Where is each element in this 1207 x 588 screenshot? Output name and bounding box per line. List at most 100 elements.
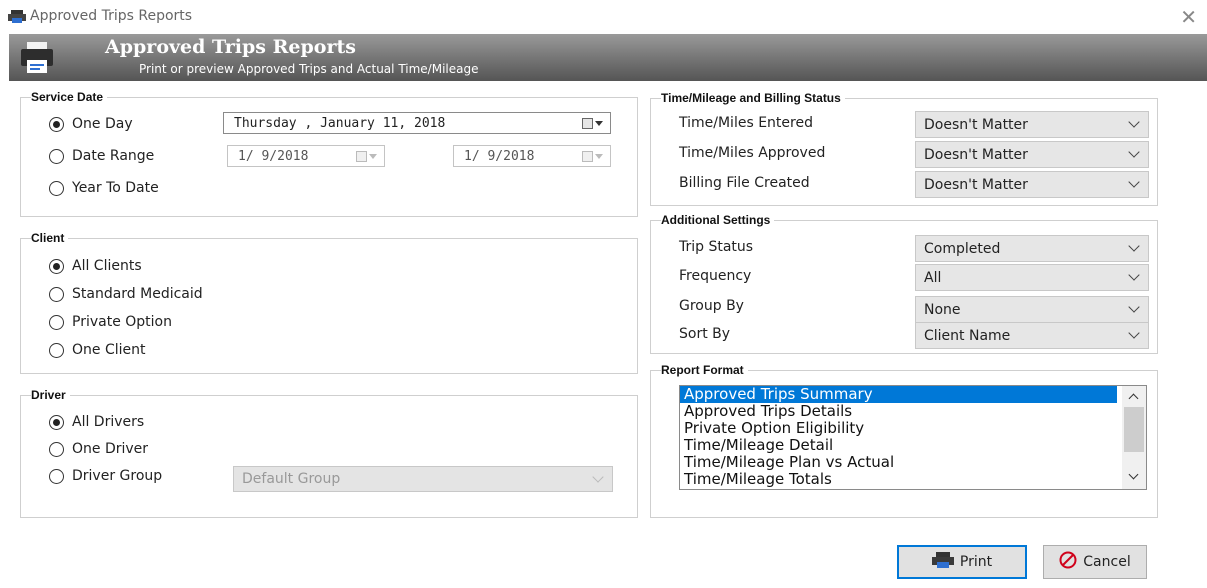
radio-button[interactable]: [49, 414, 64, 430]
chevron-down-icon: [592, 471, 604, 483]
radio-button[interactable]: [49, 148, 64, 164]
radio-button[interactable]: [49, 342, 64, 358]
scroll-thumb[interactable]: [1124, 407, 1144, 452]
radio-one-client[interactable]: One Client: [49, 342, 146, 358]
printer-icon: [931, 552, 954, 572]
report-format-group: Report Format Approved Trips Summary App…: [650, 363, 1158, 518]
radio-label: One Driver: [72, 441, 149, 457]
window-title: Approved Trips Reports: [30, 8, 193, 24]
radio-all-drivers[interactable]: All Drivers: [49, 414, 144, 430]
header-banner: Approved Trips Reports Print or preview …: [9, 34, 1207, 81]
cancel-icon: [1059, 551, 1077, 573]
select-value: None: [924, 301, 961, 318]
chevron-down-icon: [1128, 240, 1140, 252]
group-label: Client: [31, 231, 69, 245]
report-format-list[interactable]: Approved Trips Summary Approved Trips De…: [679, 385, 1147, 490]
range-end-date-picker[interactable]: 1/ 9/2018: [453, 145, 611, 167]
group-by-label: Group By: [679, 298, 744, 314]
calendar-dropdown-icon[interactable]: [356, 149, 378, 163]
time-miles-entered-select[interactable]: Doesn't Matter: [915, 111, 1149, 138]
radio-label: Standard Medicaid: [72, 286, 203, 302]
driver-group: Driver All Drivers One Driver Driver Gro…: [20, 388, 638, 518]
sort-by-select[interactable]: Client Name: [915, 322, 1149, 349]
scroll-down-icon[interactable]: [1128, 469, 1139, 480]
chevron-down-icon: [1128, 327, 1140, 339]
trip-status-select[interactable]: Completed: [915, 235, 1149, 262]
group-label: Driver: [31, 388, 70, 402]
scroll-up-icon[interactable]: [1128, 393, 1139, 404]
radio-button[interactable]: [49, 116, 64, 132]
billing-status-group: Time/Mileage and Billing Status Time/Mil…: [650, 91, 1158, 206]
list-item[interactable]: Private Option Eligibility: [680, 420, 1117, 437]
select-value: Default Group: [242, 471, 341, 487]
radio-label: Private Option: [72, 314, 172, 330]
radio-button[interactable]: [49, 286, 64, 302]
list-item[interactable]: Approved Trips Summary: [680, 386, 1117, 403]
billing-file-created-label: Billing File Created: [679, 175, 810, 191]
radio-label: Driver Group: [72, 468, 163, 484]
chevron-down-icon: [1128, 116, 1140, 128]
client-group: Client All Clients Standard Medicaid Pri…: [20, 231, 638, 374]
list-item[interactable]: Approved Trips Details: [680, 403, 1117, 420]
select-value: Doesn't Matter: [924, 116, 1028, 133]
list-item[interactable]: Time/Mileage Detail: [680, 437, 1117, 454]
radio-standard-medicaid[interactable]: Standard Medicaid: [49, 286, 203, 302]
driver-group-select[interactable]: Default Group: [233, 466, 613, 492]
banner-title: Approved Trips Reports: [105, 36, 356, 58]
frequency-select[interactable]: All: [915, 264, 1149, 291]
trip-status-label: Trip Status: [679, 239, 754, 255]
group-label: Report Format: [661, 363, 748, 377]
radio-button[interactable]: [49, 441, 64, 457]
banner-subtitle: Print or preview Approved Trips and Actu…: [139, 62, 479, 76]
radio-year-to-date[interactable]: Year To Date: [49, 180, 159, 196]
list-item[interactable]: Time/Mileage Totals: [680, 471, 1117, 488]
close-icon[interactable]: ✕: [1180, 5, 1197, 29]
radio-label: All Clients: [72, 258, 142, 274]
print-button[interactable]: Print: [897, 545, 1027, 579]
additional-settings-group: Additional Settings Trip Status Complete…: [650, 213, 1158, 354]
chevron-down-icon: [1128, 146, 1140, 158]
radio-label: All Drivers: [72, 414, 145, 430]
calendar-dropdown-icon[interactable]: [582, 116, 604, 130]
calendar-dropdown-icon[interactable]: [582, 149, 604, 163]
date-value: Thursday , January 11, 2018: [234, 115, 446, 131]
window-titlebar: Approved Trips Reports ✕: [0, 0, 1207, 34]
sort-by-label: Sort By: [679, 326, 731, 342]
select-value: Client Name: [924, 327, 1011, 344]
radio-button[interactable]: [49, 180, 64, 196]
billing-file-created-select[interactable]: Doesn't Matter: [915, 171, 1149, 198]
select-value: Doesn't Matter: [924, 176, 1028, 193]
radio-all-clients[interactable]: All Clients: [49, 258, 142, 274]
select-value: Completed: [924, 240, 1001, 257]
radio-date-range[interactable]: Date Range: [49, 148, 154, 164]
radio-label: Date Range: [72, 148, 155, 164]
radio-button[interactable]: [49, 258, 64, 274]
radio-driver-group[interactable]: Driver Group: [49, 468, 162, 484]
list-item[interactable]: Time/Mileage Plan vs Actual: [680, 454, 1117, 471]
radio-label: One Client: [72, 342, 146, 358]
printer-icon: [19, 40, 55, 80]
print-label: Print: [959, 554, 993, 570]
time-miles-approved-select[interactable]: Doesn't Matter: [915, 141, 1149, 168]
list-scrollbar[interactable]: [1122, 386, 1146, 489]
group-label: Time/Mileage and Billing Status: [661, 91, 845, 105]
group-label: Additional Settings: [661, 213, 775, 227]
cancel-button[interactable]: Cancel: [1043, 545, 1147, 579]
radio-private-option[interactable]: Private Option: [49, 314, 172, 330]
cancel-label: Cancel: [1083, 554, 1131, 570]
range-start-date-picker[interactable]: 1/ 9/2018: [227, 145, 385, 167]
radio-label: Year To Date: [72, 180, 159, 196]
chevron-down-icon: [1128, 269, 1140, 281]
one-day-date-picker[interactable]: Thursday , January 11, 2018: [223, 112, 611, 134]
chevron-down-icon: [1128, 176, 1140, 188]
radio-one-day[interactable]: One Day: [49, 116, 133, 132]
group-by-select[interactable]: None: [915, 296, 1149, 323]
radio-label: One Day: [72, 116, 133, 132]
printer-icon: [8, 10, 26, 27]
service-date-group: Service Date One Day Thursday , January …: [20, 90, 638, 217]
radio-one-driver[interactable]: One Driver: [49, 441, 148, 457]
date-value: 1/ 9/2018: [238, 148, 309, 164]
time-miles-approved-label: Time/Miles Approved: [679, 145, 826, 161]
radio-button[interactable]: [49, 314, 64, 330]
radio-button[interactable]: [49, 468, 64, 484]
